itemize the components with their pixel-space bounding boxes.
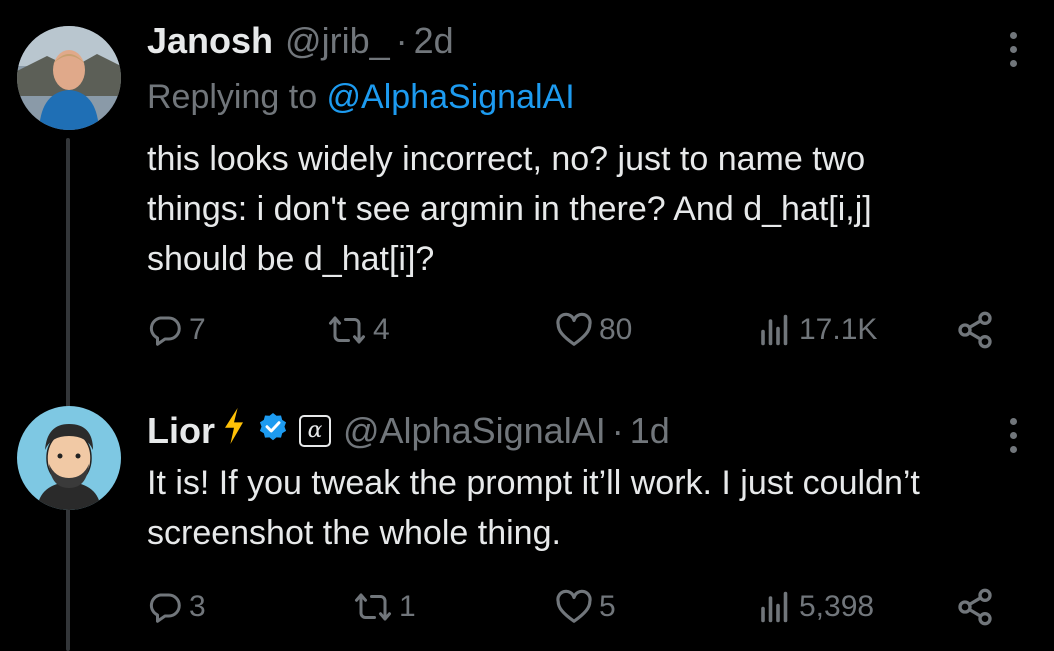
avatar[interactable]	[17, 26, 121, 130]
tweet-text-line: It is! If you tweak the prompt it’ll wor…	[147, 464, 920, 502]
author-name[interactable]: Janosh	[147, 20, 273, 62]
tweet-lior[interactable]: Lior α @AlphaSignalAI · 1d It is! If you…	[0, 380, 1054, 651]
more-options-icon[interactable]	[1008, 418, 1018, 453]
share-button[interactable]	[955, 582, 995, 632]
separator-dot: ·	[611, 409, 624, 451]
tweet-header: Janosh @jrib_ · 2d	[147, 20, 454, 62]
reply-count: 3	[189, 590, 206, 623]
author-name[interactable]: Lior	[147, 410, 215, 452]
retweet-button[interactable]: 1	[353, 582, 416, 632]
reply-button[interactable]: 3	[147, 582, 206, 632]
retweet-count: 1	[399, 590, 416, 623]
replying-to-label: Replying to	[147, 78, 327, 116]
like-count: 5	[599, 590, 616, 623]
like-count: 80	[599, 313, 633, 346]
views-button[interactable]: 17.1K	[757, 305, 877, 355]
author-handle[interactable]: @jrib_	[285, 20, 390, 62]
reply-icon	[149, 316, 181, 346]
tweet-text-line: should be d_hat[i]?	[147, 240, 435, 278]
heart-icon	[556, 589, 592, 623]
lightning-bolt-icon	[223, 408, 245, 453]
reply-button[interactable]: 7	[147, 305, 206, 355]
retweet-icon	[329, 316, 365, 344]
tweet-text-line: this looks widely incorrect, no? just to…	[147, 140, 866, 178]
action-bar: 7 4 80 17.1K	[147, 305, 1007, 355]
reply-count: 7	[189, 313, 206, 346]
separator-dot: ·	[395, 20, 408, 61]
share-icon	[958, 588, 992, 626]
avatar[interactable]	[17, 406, 121, 510]
retweet-icon	[355, 593, 391, 621]
views-icon	[761, 591, 788, 623]
replying-to: Replying to @AlphaSignalAI	[147, 78, 575, 117]
heart-icon	[556, 312, 592, 346]
tweet-janosh[interactable]: Janosh @jrib_ · 2d Replying to @AlphaSig…	[0, 0, 1054, 380]
retweet-button[interactable]: 4	[327, 305, 390, 355]
timestamp[interactable]: 2d	[414, 20, 454, 62]
tweet-text-line: things: i don't see argmin in there? And…	[147, 190, 872, 228]
share-icon	[958, 311, 992, 349]
like-button[interactable]: 80	[555, 305, 632, 355]
retweet-count: 4	[373, 313, 390, 346]
timestamp[interactable]: 1d	[630, 410, 670, 452]
replying-to-mention[interactable]: @AlphaSignalAI	[327, 78, 575, 116]
views-count: 17.1K	[799, 313, 878, 346]
tweet-header: Lior α @AlphaSignalAI · 1d	[147, 408, 670, 453]
tweet-text: It is! If you tweak the prompt it’ll wor…	[147, 458, 1017, 558]
tweet-text-line: screenshot the whole thing.	[147, 514, 561, 552]
views-icon	[761, 314, 788, 346]
like-button[interactable]: 5	[555, 582, 616, 632]
author-handle[interactable]: @AlphaSignalAI	[343, 410, 606, 452]
reply-icon	[149, 593, 181, 623]
views-button[interactable]: 5,398	[757, 582, 874, 632]
verified-badge-icon[interactable]	[257, 410, 289, 452]
affiliate-badge-icon[interactable]: α	[299, 414, 331, 447]
tweet-text: this looks widely incorrect, no? just to…	[147, 134, 1017, 284]
more-options-icon[interactable]	[1008, 32, 1018, 67]
action-bar: 3 1 5 5,398	[147, 582, 1007, 632]
views-count: 5,398	[799, 590, 875, 623]
share-button[interactable]	[955, 305, 995, 355]
